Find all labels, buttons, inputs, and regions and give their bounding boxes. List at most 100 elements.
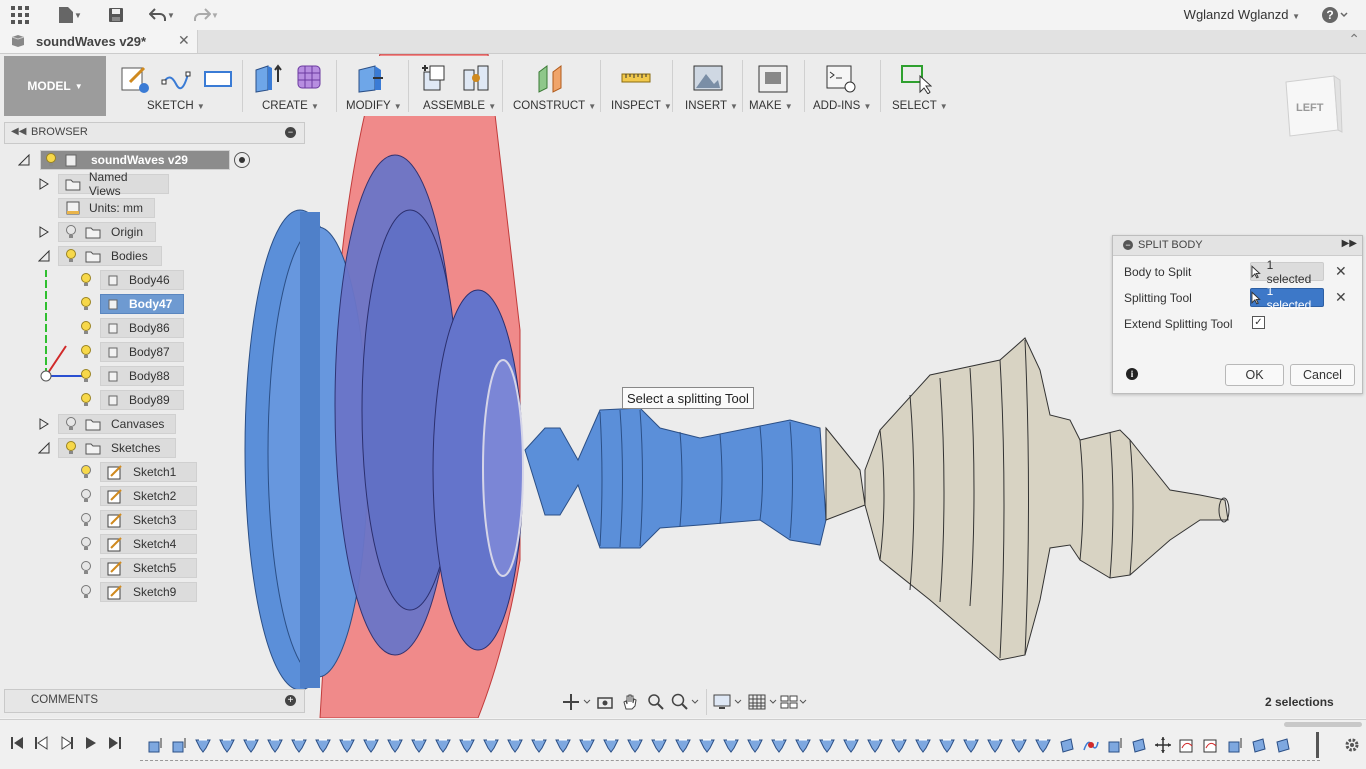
timeline-split-icon[interactable] <box>338 736 356 754</box>
tree-origin[interactable]: Origin <box>38 222 156 242</box>
timeline-body-icon[interactable] <box>1250 736 1268 754</box>
tree-units[interactable]: Units: mm <box>58 198 155 218</box>
timeline-split-icon[interactable] <box>530 736 548 754</box>
sketch-menu[interactable]: SKETCH ▼ <box>147 100 205 112</box>
lightbulb-on-icon[interactable] <box>65 249 77 263</box>
lightbulb-on-icon[interactable] <box>80 393 92 407</box>
timeline-split-icon[interactable] <box>986 736 1004 754</box>
apps-grid-icon[interactable] <box>10 5 30 25</box>
timeline-split-icon[interactable] <box>266 736 284 754</box>
tree-body-item[interactable]: Body87 <box>76 342 184 362</box>
collapse-tabs-icon[interactable]: ⌃ <box>1348 31 1360 48</box>
line-icon[interactable] <box>160 62 192 94</box>
document-tab[interactable]: soundWaves v29* ✕ <box>0 30 198 53</box>
save-icon[interactable] <box>106 5 126 25</box>
assemble-menu[interactable]: ASSEMBLE ▼ <box>423 100 496 112</box>
sketch-node[interactable]: Sketch9 <box>100 582 197 602</box>
new-component-icon[interactable] <box>418 62 450 94</box>
dialog-header[interactable]: − SPLIT BODY ▶▶ <box>1113 236 1362 256</box>
zoom-icon[interactable] <box>647 693 665 714</box>
create-form-icon[interactable] <box>294 62 326 94</box>
tree-root[interactable]: soundWaves v29 <box>18 150 250 170</box>
timeline-extrude-icon[interactable] <box>1106 736 1124 754</box>
collapse-browser-icon[interactable]: ◀◀ <box>11 126 26 137</box>
lightbulb-on-icon[interactable] <box>80 273 92 287</box>
timeline-extrude-icon[interactable] <box>170 736 188 754</box>
scripts-addins-icon[interactable] <box>825 62 857 94</box>
lightbulb-on-icon[interactable] <box>80 537 92 551</box>
create-sketch-icon[interactable] <box>118 62 150 94</box>
make-menu[interactable]: MAKE ▼ <box>749 100 793 112</box>
tree-sketch-item[interactable]: Sketch5 <box>76 558 197 578</box>
insert-image-icon[interactable] <box>692 62 724 94</box>
extend-splitting-tool-checkbox[interactable]: ✓ <box>1252 316 1265 329</box>
lightbulb-on-icon[interactable] <box>80 465 92 479</box>
timeline-extrude-icon[interactable] <box>146 736 164 754</box>
tree-sketches[interactable]: Sketches <box>38 438 176 458</box>
timeline-split-icon[interactable] <box>722 736 740 754</box>
browser-header[interactable]: ◀◀ BROWSER − <box>4 122 305 144</box>
view-cube[interactable]: LEFT <box>1280 70 1344 142</box>
timeline-split-icon[interactable] <box>1010 736 1028 754</box>
dialog-expand-icon[interactable]: ▶▶ <box>1342 238 1357 249</box>
timeline-sketch-icon[interactable] <box>1178 736 1196 754</box>
lightbulb-on-icon[interactable] <box>65 441 77 455</box>
tree-sketch-item[interactable]: Sketch3 <box>76 510 197 530</box>
user-menu[interactable]: Wglanzd Wglanzd ▼ <box>1184 7 1300 22</box>
timeline-sketch-icon[interactable] <box>1202 736 1220 754</box>
grid-settings-icon[interactable] <box>748 693 778 714</box>
expand-arrow-icon[interactable] <box>38 178 50 190</box>
tree-body-item[interactable]: Body46 <box>76 270 184 290</box>
lightbulb-on-icon[interactable] <box>80 321 92 335</box>
root-node[interactable]: soundWaves v29 <box>40 150 230 170</box>
sketch-node[interactable]: Sketch2 <box>100 486 197 506</box>
sketch-node[interactable]: Sketch4 <box>100 534 197 554</box>
cancel-button[interactable]: Cancel <box>1290 364 1355 386</box>
timeline-previous-icon[interactable] <box>34 736 48 753</box>
sketch-node[interactable]: Sketch3 <box>100 510 197 530</box>
timeline-split-icon[interactable] <box>506 736 524 754</box>
timeline-split-icon[interactable] <box>674 736 692 754</box>
splitting-tool-selector[interactable]: 1 selected <box>1250 284 1324 312</box>
body-node[interactable]: Body47 <box>100 294 184 314</box>
timeline-split-icon[interactable] <box>194 736 212 754</box>
tree-body-item[interactable]: Body88 <box>76 366 184 386</box>
tree-named-views[interactable]: Named Views <box>38 170 169 198</box>
construct-menu[interactable]: CONSTRUCT ▼ <box>513 100 596 112</box>
help-icon[interactable]: ? <box>1320 5 1348 25</box>
tree-body-item[interactable]: Body89 <box>76 390 184 410</box>
timeline-split-icon[interactable] <box>890 736 908 754</box>
dialog-collapse-icon[interactable]: − <box>1123 240 1133 250</box>
timeline-play-icon[interactable] <box>60 736 74 753</box>
info-icon[interactable]: i <box>1126 368 1138 380</box>
tree-sketch-item[interactable]: Sketch9 <box>76 582 197 602</box>
lightbulb-on-icon[interactable] <box>80 369 92 383</box>
lightbulb-on-icon[interactable] <box>80 561 92 575</box>
workspace-switcher[interactable]: MODEL ▼ <box>4 56 106 116</box>
lightbulb-on-icon[interactable] <box>45 153 57 167</box>
sketch-node[interactable]: Sketch1 <box>100 462 197 482</box>
lightbulb-on-icon[interactable] <box>80 489 92 503</box>
tree-bodies[interactable]: Bodies <box>38 246 162 266</box>
fit-zoom-icon[interactable] <box>670 693 700 714</box>
joint-icon[interactable] <box>460 62 492 94</box>
clear-body-to-split-icon[interactable]: ✕ <box>1335 263 1347 280</box>
timeline-body-icon[interactable] <box>1274 736 1292 754</box>
timeline-split-icon[interactable] <box>962 736 980 754</box>
body-node[interactable]: Body87 <box>100 342 184 362</box>
body-node[interactable]: Body86 <box>100 318 184 338</box>
timeline-split-icon[interactable] <box>482 736 500 754</box>
collapse-arrow-icon[interactable] <box>38 442 50 454</box>
expand-arrow-icon[interactable] <box>38 418 50 430</box>
lightbulb-off-icon[interactable] <box>65 417 77 431</box>
timeline-split-icon[interactable] <box>770 736 788 754</box>
collapse-arrow-icon[interactable] <box>38 250 50 262</box>
timeline-split-icon[interactable] <box>242 736 260 754</box>
lightbulb-on-icon[interactable] <box>80 585 92 599</box>
add-comment-icon[interactable]: + <box>285 695 296 706</box>
look-at-icon[interactable] <box>596 693 614 714</box>
timeline-split-icon[interactable] <box>458 736 476 754</box>
timeline-body-icon[interactable] <box>1058 736 1076 754</box>
undo-icon[interactable]: ▼ <box>146 5 178 25</box>
extrude-icon[interactable] <box>252 62 284 94</box>
